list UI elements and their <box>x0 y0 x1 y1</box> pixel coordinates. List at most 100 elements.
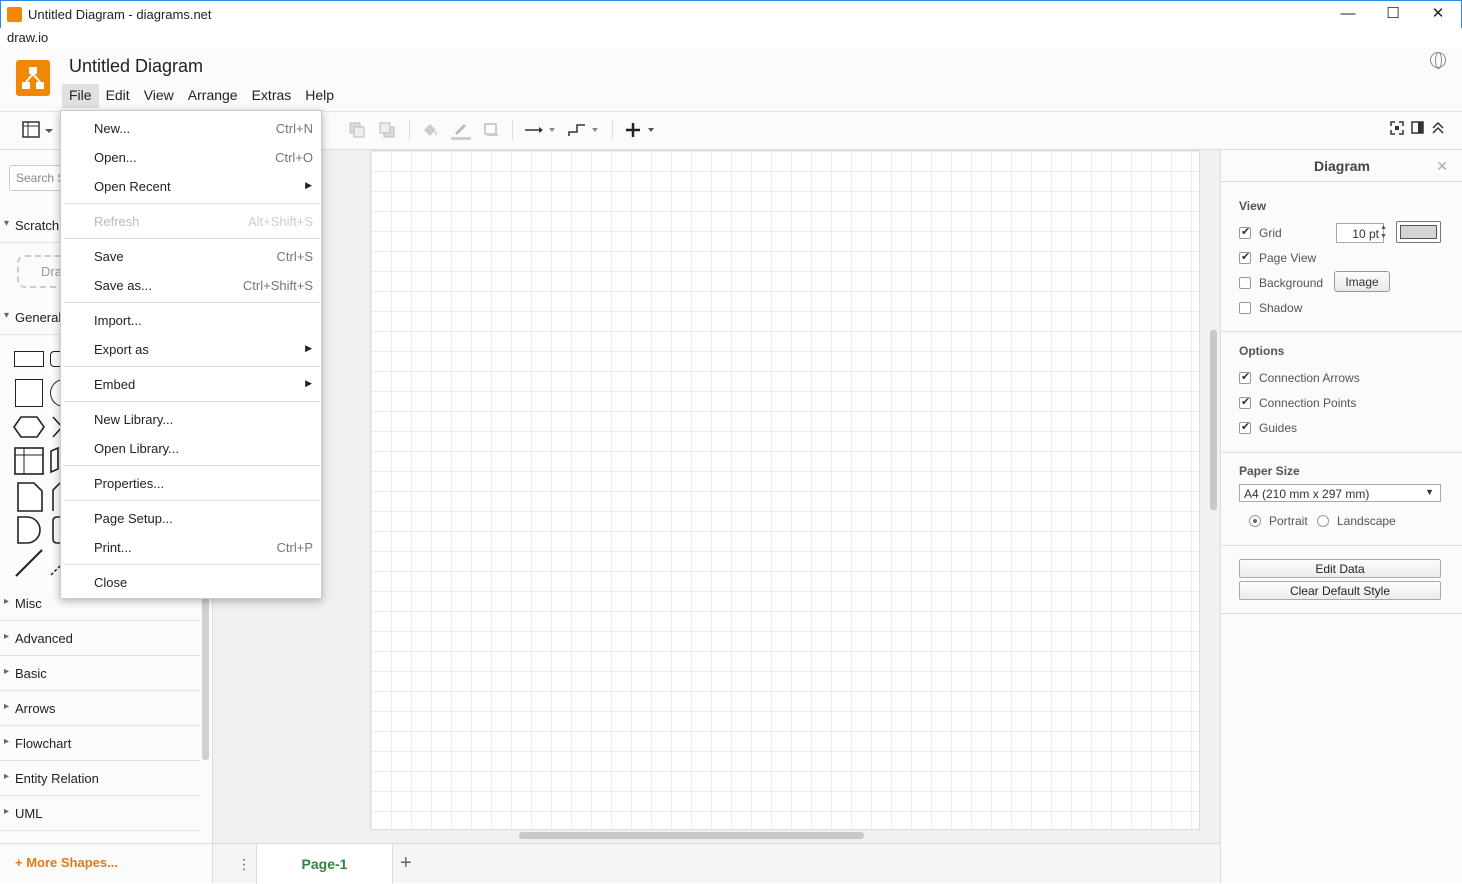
connection-points-checkbox[interactable]: Connection Points <box>1239 395 1357 410</box>
checkbox-icon <box>1239 225 1251 239</box>
to-front-icon[interactable] <box>348 121 366 141</box>
menu-edit[interactable]: Edit <box>99 84 137 108</box>
connection-arrows-checkbox[interactable]: Connection Arrows <box>1239 370 1360 385</box>
to-back-icon[interactable] <box>378 121 396 141</box>
menu-separator <box>64 238 320 239</box>
diagram-canvas[interactable] <box>213 150 1220 843</box>
guides-checkbox[interactable]: Guides <box>1239 420 1297 435</box>
panel-divider <box>1221 545 1462 546</box>
menu-item-new[interactable]: New... Ctrl+N <box>61 113 323 142</box>
menu-separator <box>64 302 320 303</box>
fullscreen-icon[interactable] <box>1390 121 1404 141</box>
close-panel-icon[interactable]: ✕ <box>1436 158 1448 175</box>
background-checkbox[interactable]: Background <box>1239 276 1323 290</box>
page-menu-dots-icon[interactable]: ⋮ <box>237 856 251 873</box>
shadow-label: Shadow <box>1259 301 1303 315</box>
clear-default-style-button[interactable]: Clear Default Style <box>1239 581 1441 600</box>
connection-points-label: Connection Points <box>1259 396 1357 410</box>
app-label[interactable]: draw.io <box>7 30 48 45</box>
grid-checkbox[interactable]: Grid <box>1239 225 1282 240</box>
grid-size-stepper-icon[interactable]: ▲ ▼ <box>1378 223 1389 243</box>
horizontal-scrollbar[interactable] <box>519 832 864 839</box>
section-basic[interactable]: Basic <box>0 657 200 691</box>
page-view-checkbox[interactable]: Page View <box>1239 250 1316 265</box>
menu-item-new-library[interactable]: New Library... <box>61 404 323 433</box>
menu-separator <box>64 564 320 565</box>
grid-size-input[interactable]: 10 pt <box>1336 223 1384 243</box>
menu-item-open-library[interactable]: Open Library... <box>61 433 323 462</box>
close-window-button[interactable]: ✕ <box>1415 1 1461 29</box>
checkbox-icon <box>1239 395 1251 409</box>
grid-color-swatch[interactable] <box>1396 221 1441 243</box>
vertical-scrollbar[interactable] <box>1210 330 1217 510</box>
menu-item-save[interactable]: Save Ctrl+S <box>61 241 323 270</box>
menu-item-import[interactable]: Import... <box>61 305 323 334</box>
page-tab[interactable]: Page-1 <box>256 844 393 884</box>
more-shapes-label: More Shapes... <box>26 855 118 870</box>
window-titlebar: Untitled Diagram - diagrams.net — ☐ ✕ <box>0 0 1462 28</box>
maximize-button[interactable]: ☐ <box>1370 1 1416 29</box>
paper-size-select[interactable]: A4 (210 mm x 297 mm) ▼ <box>1239 484 1441 502</box>
shape-hexagon[interactable] <box>13 416 45 443</box>
minimize-button[interactable]: — <box>1325 1 1371 29</box>
insert-plus-icon[interactable] <box>624 121 658 141</box>
panel-layout-icon[interactable] <box>22 121 54 141</box>
portrait-radio[interactable]: Portrait <box>1249 514 1308 528</box>
shape-rectangle[interactable] <box>14 351 44 367</box>
menu-help[interactable]: Help <box>298 84 341 108</box>
background-image-button[interactable]: Image <box>1334 271 1390 292</box>
window-title: Untitled Diagram - diagrams.net <box>28 7 212 22</box>
collapse-chevron-icon[interactable] <box>1431 121 1445 141</box>
menu-item-close[interactable]: Close <box>61 567 323 596</box>
menu-item-open-recent[interactable]: Open Recent ▶ <box>61 171 323 200</box>
shadow-checkbox[interactable]: Shadow <box>1239 301 1302 315</box>
menu-item-refresh: Refresh Alt+Shift+S <box>94 214 313 229</box>
plus-icon: + <box>15 855 27 870</box>
more-shapes-button[interactable]: + More Shapes... <box>15 855 118 870</box>
section-flowchart[interactable]: Flowchart <box>0 727 200 761</box>
menu-item-export-as[interactable]: Export as ▶ <box>61 334 323 363</box>
submenu-arrow-icon: ▶ <box>305 180 312 190</box>
menu-item-save-as[interactable]: Save as... Ctrl+Shift+S <box>61 270 323 299</box>
view-header: View <box>1239 199 1267 213</box>
shape-note[interactable] <box>17 482 43 517</box>
document-title[interactable]: Untitled Diagram <box>69 56 203 77</box>
page-tabs-bar: ⋮ Page-1 + <box>213 843 1220 884</box>
landscape-radio[interactable]: Landscape <box>1317 514 1396 528</box>
menu-extras[interactable]: Extras <box>245 84 299 108</box>
file-menu-dropdown: New... Ctrl+N Open... Ctrl+O Open Recent ▶ … <box>60 110 322 599</box>
line-color-icon[interactable] <box>450 121 472 141</box>
language-globe-icon[interactable] <box>1430 52 1446 69</box>
menu-item-embed[interactable]: Embed ▶ <box>61 369 323 398</box>
fill-color-icon[interactable] <box>420 121 440 141</box>
shape-square[interactable] <box>15 379 43 407</box>
shape-table[interactable] <box>14 447 44 480</box>
connection-arrow-icon[interactable] <box>523 121 557 141</box>
shape-delay[interactable] <box>17 516 43 549</box>
section-advanced[interactable]: Advanced <box>0 622 200 656</box>
menu-item-print[interactable]: Print... Ctrl+P <box>61 532 323 561</box>
panel-divider <box>1221 452 1462 453</box>
menu-item-properties[interactable]: Properties... <box>61 468 323 497</box>
section-entity-relation[interactable]: Entity Relation <box>0 762 200 796</box>
menu-item-open[interactable]: Open... Ctrl+O <box>61 142 323 171</box>
portrait-label: Portrait <box>1269 514 1308 528</box>
edit-data-button[interactable]: Edit Data <box>1239 559 1441 578</box>
menu-view[interactable]: View <box>137 84 181 108</box>
format-panel-toggle-icon[interactable] <box>1411 121 1425 141</box>
menu-item-page-setup[interactable]: Page Setup... <box>61 503 323 532</box>
background-label: Background <box>1259 276 1324 290</box>
waypoints-icon[interactable] <box>566 121 602 141</box>
menu-arrange[interactable]: Arrange <box>181 84 245 108</box>
diagram-page-grid[interactable] <box>370 150 1200 830</box>
connection-arrows-label: Connection Arrows <box>1259 371 1360 385</box>
menu-file[interactable]: File <box>62 84 99 108</box>
shape-line[interactable] <box>15 549 43 582</box>
sidebar-scrollbar[interactable] <box>202 590 209 760</box>
section-uml[interactable]: UML <box>0 797 200 831</box>
submenu-arrow-icon: ▶ <box>305 378 312 388</box>
add-page-plus-icon[interactable]: + <box>400 852 412 875</box>
shadow-icon[interactable] <box>482 121 500 141</box>
section-arrows[interactable]: Arrows <box>0 692 200 726</box>
dropdown-arrow-icon: ▼ <box>1425 487 1434 497</box>
